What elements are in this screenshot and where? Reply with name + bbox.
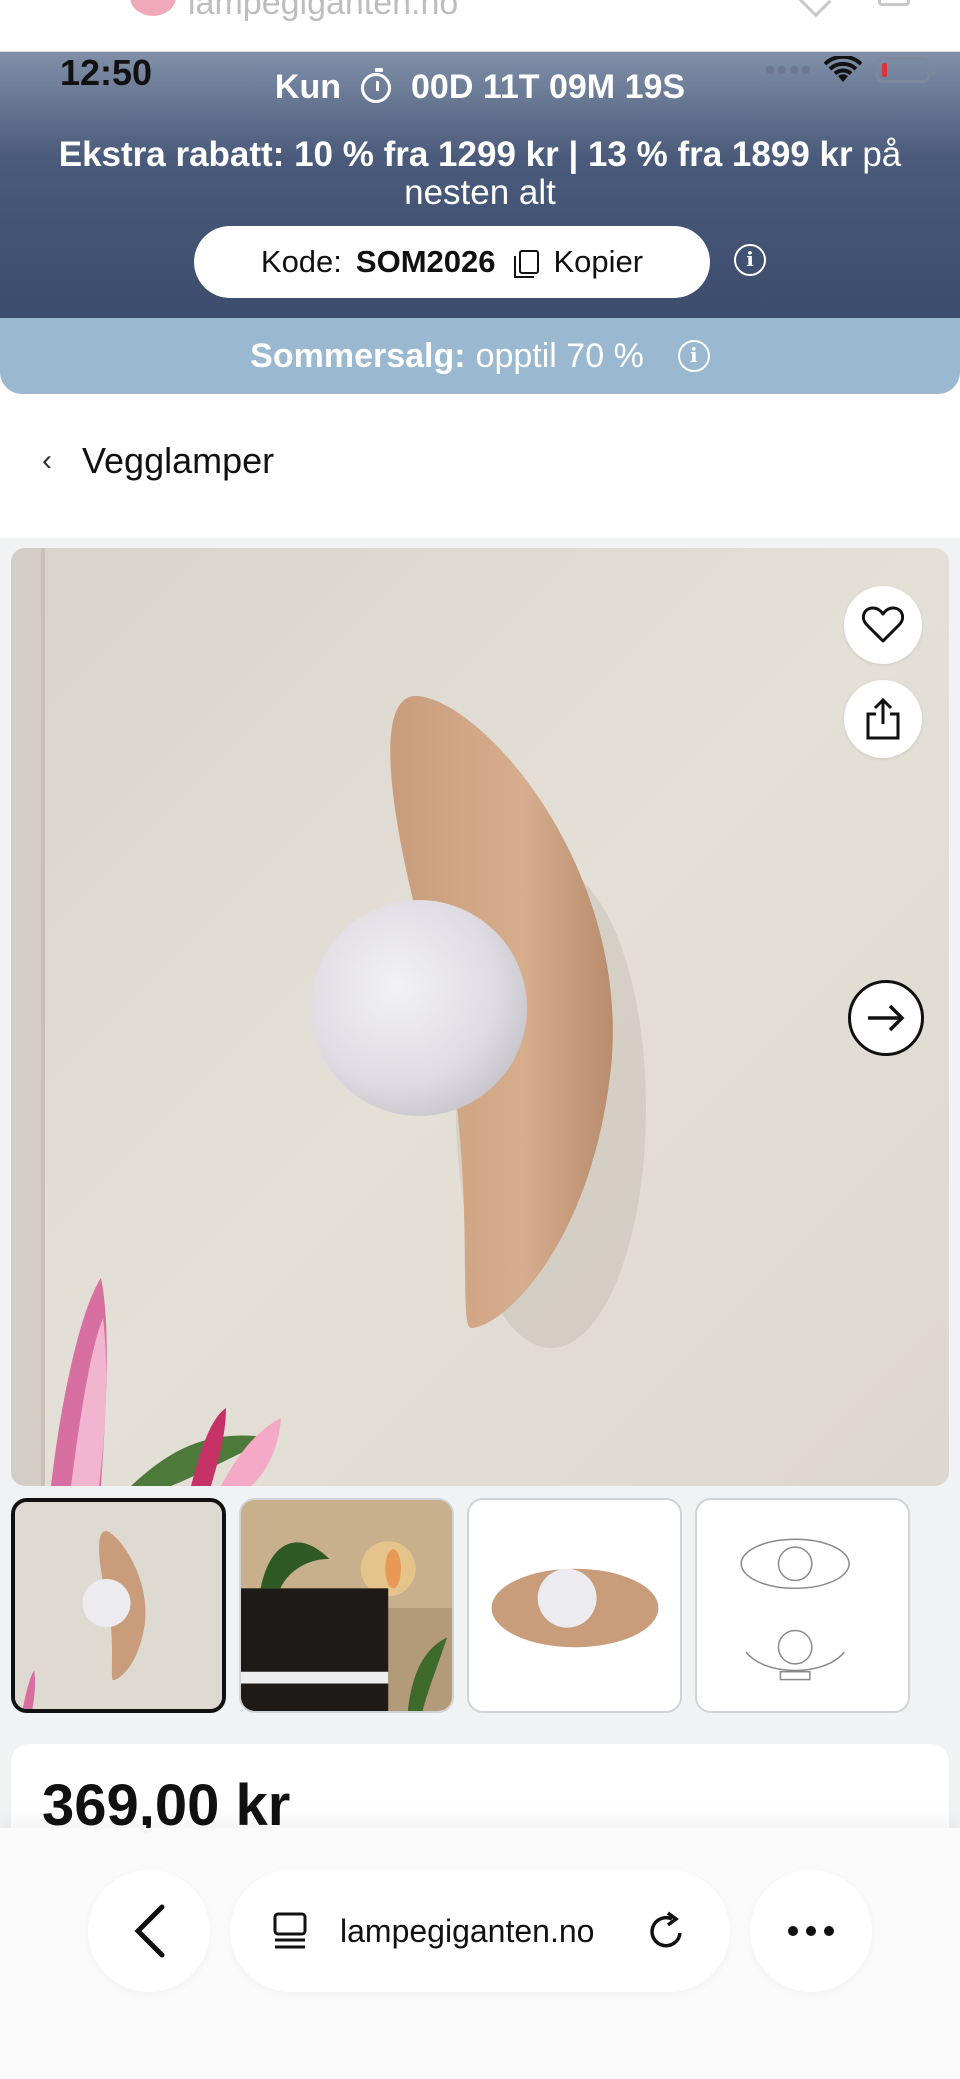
code-value: SOM2026 [355,244,496,279]
thumbnail-2[interactable] [239,1498,454,1713]
copy-icon[interactable] [514,250,540,278]
countdown-prefix: Kun [274,68,342,106]
heart-icon [862,606,904,643]
chevron-left-icon [134,1904,165,1958]
copy-button[interactable]: Kopier [553,244,643,280]
breadcrumb[interactable]: ‹ Vegglamper [42,440,274,482]
logo-heart-icon [130,0,176,16]
timer-icon [361,67,392,103]
info-icon[interactable]: i [734,244,766,276]
product-main-image[interactable] [11,548,949,1486]
browser-url[interactable]: lampegiganten.no [340,1913,610,1950]
promo-banner: 12:50 Kun 00D 11T 09M 19S Ekstra rabatt:… [0,52,960,318]
breadcrumb-label[interactable]: Vegglamper [82,440,274,482]
browser-toolbar: lampegiganten.no [0,1828,960,2079]
favorite-button[interactable] [844,586,922,664]
summer-sale-bar[interactable]: Sommersalg: opptil 70 % i [0,318,960,394]
more-icon[interactable] [750,1870,872,1992]
code-label: Kode: [260,244,342,279]
cart-icon[interactable] [878,0,910,6]
thumbnail-strip [11,1498,910,1713]
discount-code-pill[interactable]: Kode: SOM2026 Kopier [194,226,710,298]
thumbnail-4[interactable] [695,1498,910,1713]
summer-sale-rest: opptil 70 % [475,336,644,375]
thumbnail-3[interactable] [467,1498,682,1713]
reload-icon[interactable] [644,1909,688,1953]
site-logo-text[interactable]: lampegiganten.no [188,0,458,23]
countdown-value: 00D 11T 09M 19S [411,68,686,106]
extra-discount-bold: Ekstra rabatt: 10 % fra 1299 kr | 13 % f… [58,135,853,174]
browser-back-button[interactable] [88,1870,210,1992]
tabs-icon[interactable] [270,1911,310,1951]
countdown: Kun 00D 11T 09M 19S [0,67,960,107]
share-button[interactable] [844,680,922,758]
summer-sale-bold: Sommersalg: [250,336,466,375]
share-icon [866,698,900,740]
browser-address-bar[interactable]: lampegiganten.no [230,1870,730,1992]
info-icon[interactable]: i [677,340,710,372]
next-image-button[interactable] [848,980,924,1056]
arrow-right-icon [868,1004,905,1032]
page: lampegiganten.no 12:50 Kun 00D 11T 09M 1… [0,0,960,2079]
extra-discount-text: Ekstra rabatt: 10 % fra 1299 kr | 13 % f… [20,136,940,212]
chevron-left-icon: ‹ [42,444,52,477]
search-icon[interactable] [794,0,832,18]
site-header: lampegiganten.no [0,0,960,52]
thumbnail-1[interactable] [11,1498,226,1713]
